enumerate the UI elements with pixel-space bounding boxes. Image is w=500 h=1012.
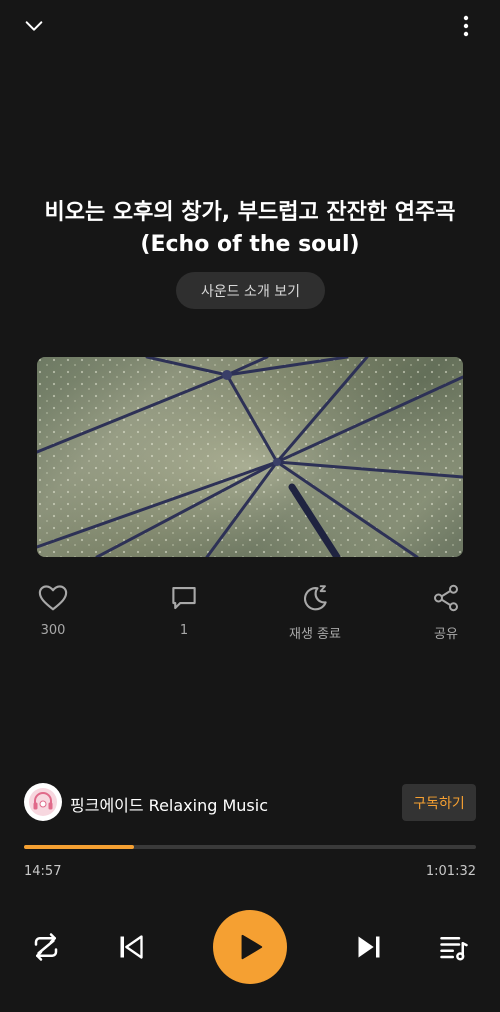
collapse-button[interactable] xyxy=(14,6,54,46)
moon-sleep-icon xyxy=(303,585,327,611)
play-button[interactable] xyxy=(213,910,287,984)
share-icon xyxy=(434,584,458,612)
umbrella-image xyxy=(37,357,463,557)
like-action[interactable]: 300 xyxy=(17,582,89,646)
repeat-button[interactable] xyxy=(25,926,67,968)
sleep-timer-label: 재생 종료 xyxy=(289,627,341,642)
skip-next-icon xyxy=(358,936,380,958)
next-button[interactable] xyxy=(348,926,390,968)
share-action[interactable]: 공유 xyxy=(410,582,482,646)
chevron-down-icon xyxy=(25,21,43,31)
total-time: 1:01:32 xyxy=(425,864,476,879)
comment-icon xyxy=(172,586,196,610)
current-time: 14:57 xyxy=(24,864,62,879)
previous-button[interactable] xyxy=(110,926,152,968)
subscribe-button[interactable]: 구독하기 xyxy=(402,784,476,821)
headphones-avatar-icon xyxy=(29,788,57,816)
channel-avatar[interactable] xyxy=(24,783,62,821)
share-label: 공유 xyxy=(434,627,458,642)
more-options-button[interactable] xyxy=(446,6,486,46)
progress-bar[interactable] xyxy=(24,845,476,849)
comment-action[interactable]: 1 xyxy=(148,582,220,646)
heart-icon xyxy=(38,585,68,611)
sound-intro-button[interactable]: 사운드 소개 보기 xyxy=(176,272,325,309)
play-icon xyxy=(241,934,263,960)
skip-previous-icon xyxy=(120,935,143,959)
comment-count: 1 xyxy=(179,623,189,638)
playlist-icon xyxy=(440,937,468,961)
track-artwork xyxy=(37,357,463,557)
channel-row: 핑크에이드 Relaxing Music 구독하기 xyxy=(24,783,476,823)
sleep-timer-action[interactable]: 재생 종료 xyxy=(279,582,351,646)
playlist-button[interactable] xyxy=(433,926,475,968)
channel-name[interactable]: 핑크에이드 Relaxing Music xyxy=(70,792,268,816)
more-vertical-icon xyxy=(463,15,469,37)
track-title: 비오는 오후의 창가, 부드럽고 잔잔한 연주곡 (Echo of the so… xyxy=(44,200,456,257)
repeat-icon xyxy=(34,933,58,961)
like-count: 300 xyxy=(40,623,66,638)
progress-fill xyxy=(24,845,134,849)
